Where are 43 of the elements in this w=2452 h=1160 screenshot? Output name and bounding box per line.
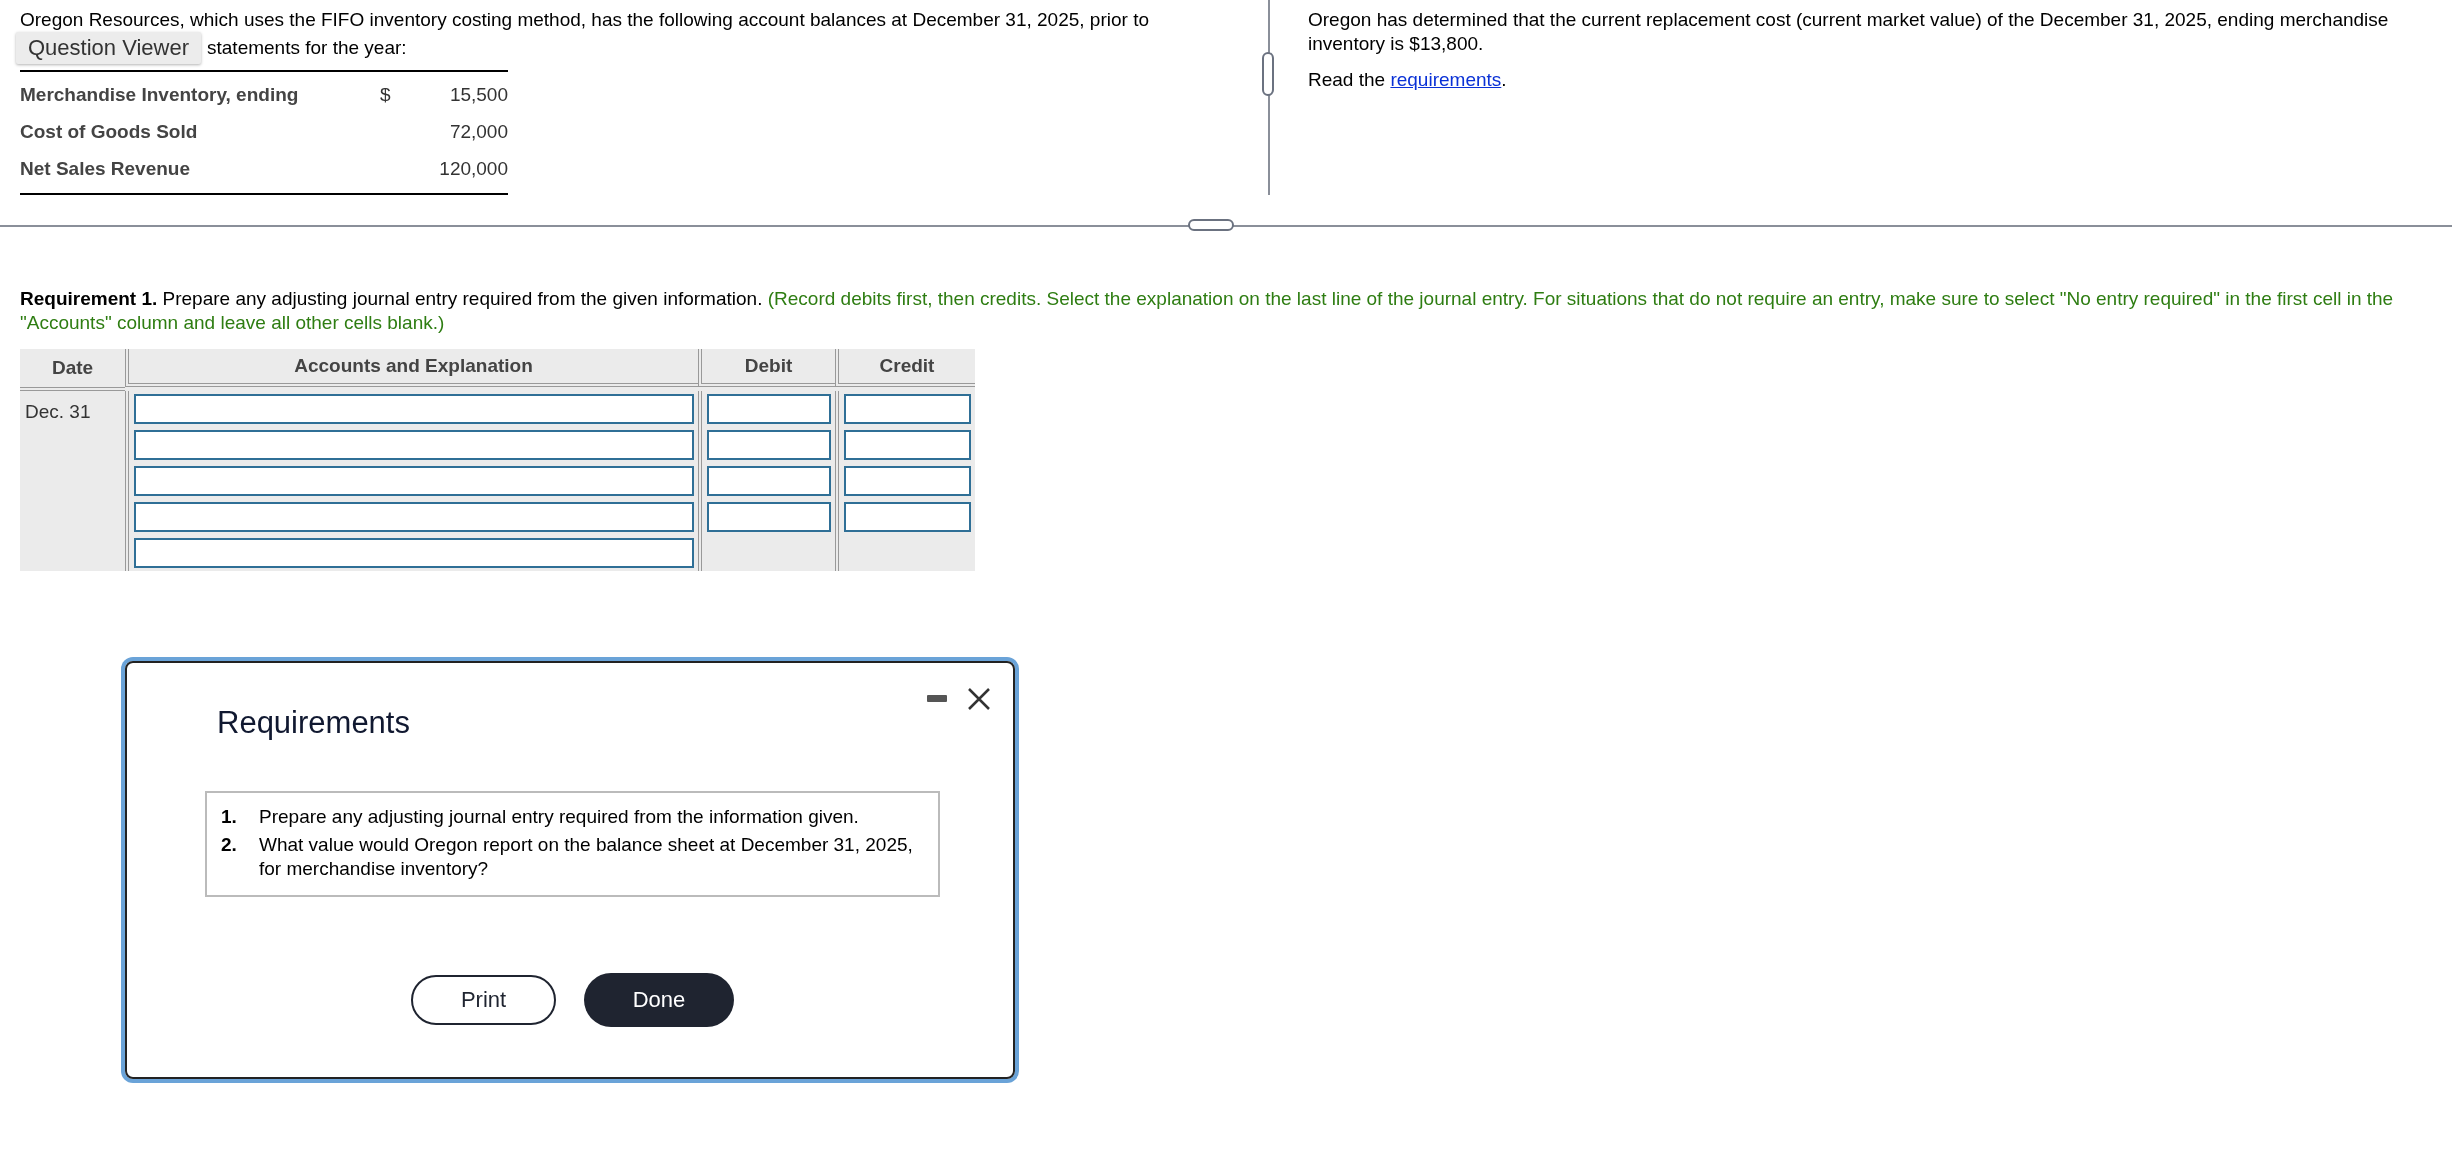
column-header: Credit (835, 349, 975, 387)
account-amount: 120,000 (439, 157, 508, 179)
item-number: 2. (221, 833, 238, 857)
print-button[interactable]: Print (411, 975, 556, 1025)
splitter-handle[interactable] (1188, 219, 1234, 231)
read-requirements-text: Read the requirements. (1308, 68, 1508, 92)
column-header: Accounts and Explanation (125, 349, 698, 387)
requirement-text: Requirement 1. Prepare any adjusting journal entry required from the given information. (Record debits first, then credits. Select the explanation on the last line of the journal entry. For situations that do not require an entry, make sure to select "No entry required" in the first cell in the "Accounts" column and leave all other cells blank.) (20, 287, 2395, 335)
question-viewer-label: Question Viewer (16, 32, 201, 64)
item-number: 1. (221, 805, 238, 829)
column-header: Date (20, 349, 125, 391)
credit-field[interactable] (844, 394, 971, 424)
account-field[interactable] (134, 466, 694, 496)
requirement-item: What value would Oregon report on the balance sheet at December 31, 2025, for merchandise inventory? (259, 833, 914, 881)
intro-text: Oregon Resources, which uses the FIFO inventory costing method, has the following account balances at December 31, 2025, prior to (20, 8, 1150, 32)
info-text: Oregon has determined that the current replacement cost (current market value) of the December 31, 2025, ending merchandise inventory is $13,800. (1308, 8, 2390, 56)
debit-field[interactable] (707, 466, 831, 496)
account-field[interactable] (134, 394, 694, 424)
date-cell: Dec. 31 (25, 401, 91, 422)
account-field[interactable] (134, 430, 694, 460)
account-field[interactable] (134, 502, 694, 532)
close-icon[interactable] (967, 687, 991, 711)
account-amount: 72,000 (449, 120, 508, 142)
done-button[interactable]: Done (584, 973, 734, 1027)
splitter-handle[interactable] (1262, 52, 1274, 96)
column-header: Debit (698, 349, 835, 387)
credit-field[interactable] (844, 502, 971, 532)
requirements-link[interactable]: requirements (1390, 69, 1502, 90)
account-name: Merchandise Inventory, ending (20, 83, 300, 106)
account-amount: 15,500 (449, 83, 508, 105)
debit-field[interactable] (707, 502, 831, 532)
credit-field[interactable] (844, 430, 971, 460)
currency-sign: $ (380, 83, 391, 105)
dialog-title: Requirements (217, 705, 411, 741)
requirement-item: Prepare any adjusting journal entry required from the information given. (259, 805, 859, 829)
debit-field[interactable] (707, 430, 831, 460)
account-name: Cost of Goods Sold (20, 120, 199, 143)
credit-field[interactable] (844, 466, 971, 496)
account-field[interactable] (134, 538, 694, 568)
intro-text: statements for the year: (207, 36, 407, 60)
account-name: Net Sales Revenue (20, 157, 192, 180)
debit-field[interactable] (707, 394, 831, 424)
minimize-icon[interactable] (927, 695, 947, 703)
